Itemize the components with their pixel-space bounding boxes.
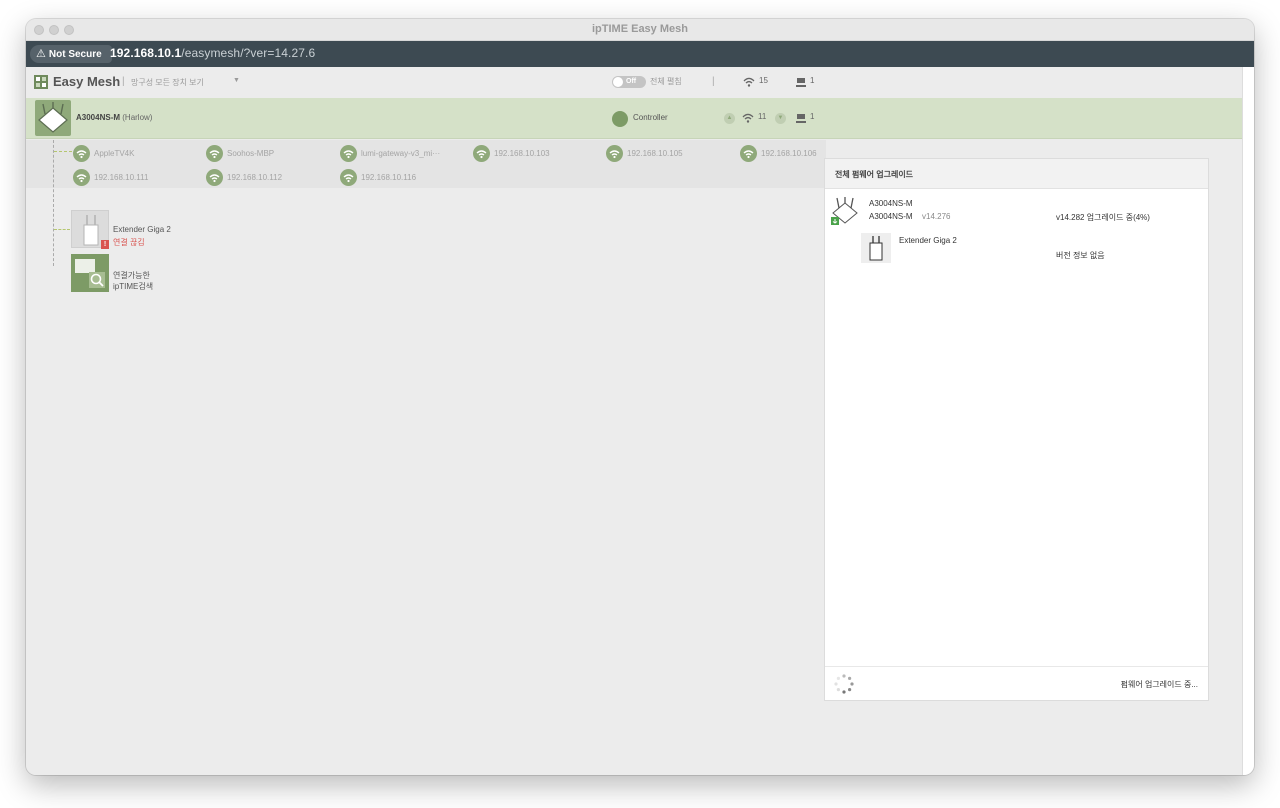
upgrade-progress-text: 펌웨어 업그레이드 중...: [1120, 680, 1198, 689]
upgrade-status: 버전 정보 없음: [1056, 251, 1105, 260]
router-label: A3004NS-M (Harlow): [76, 113, 152, 122]
client-label: 192.168.10.111: [94, 173, 149, 182]
panel-footer: 펌웨어 업그레이드 중...: [825, 666, 1208, 700]
wired-icon: [796, 114, 806, 123]
device-version: v14.276: [922, 212, 951, 221]
url-path: /easymesh/?ver=14.27.6: [181, 46, 316, 60]
security-badge[interactable]: ⚠ Not Secure: [30, 45, 112, 63]
title-bar: ipTIME Easy Mesh: [26, 19, 1254, 41]
browser-window: ipTIME Easy Mesh ⚠ Not Secure 192.168.10.…: [26, 19, 1254, 775]
url-text[interactable]: 192.168.10.1/easymesh/?ver=14.27.6: [110, 46, 315, 60]
window-title: ipTIME Easy Mesh: [592, 23, 688, 35]
client-label: lumi-gateway-v3_mi···: [361, 149, 441, 158]
wifi-client-icon: [340, 169, 357, 186]
router-icon: [38, 102, 68, 133]
security-label: Not Secure: [48, 49, 102, 60]
wifi-icon: [742, 113, 754, 123]
client-label: 192.168.10.103: [494, 149, 550, 158]
wifi-client-icon: [473, 145, 490, 162]
firmware-upgrade-panel: 전체 펌웨어 업그레이드 A3004NS-M A3004NS-M v14.276…: [824, 158, 1209, 701]
tree-connector: [54, 151, 72, 152]
search-label-line1[interactable]: 연결가능한: [113, 270, 150, 281]
controller-role: Controller: [633, 113, 668, 122]
divider: |: [122, 76, 125, 87]
device-name: A3004NS-M: [869, 199, 913, 208]
wifi-client-icon: [340, 145, 357, 162]
device-name: Extender Giga 2: [899, 236, 957, 245]
client-label: AppleTV4K: [94, 149, 135, 158]
wired-client-count: 1: [810, 76, 815, 85]
expand-down-button[interactable]: ▼: [775, 113, 786, 124]
warning-icon: !: [101, 240, 109, 249]
tree-connector: [53, 140, 54, 266]
client-list: AppleTV4K Soohos-MBP lumi-gateway-v3_mi·…: [26, 140, 826, 188]
mesh-logo-icon: [34, 75, 48, 89]
search-iptime-button[interactable]: [71, 254, 109, 292]
router-row[interactable]: A3004NS-M (Harlow) Controller ▲ 11 ▼ 1: [26, 98, 1242, 139]
client-label: 192.168.10.112: [227, 173, 283, 182]
router-thumbnail[interactable]: [35, 100, 71, 136]
page-content: Easy Mesh | 망구성 모든 장치 보기 ▼ Off 전체 펼침 | 1…: [26, 67, 1242, 775]
wifi-client-icon: [206, 145, 223, 162]
wifi-icon: [743, 77, 755, 87]
router-wifi-count: 11: [758, 112, 767, 121]
panel-title: 전체 펌웨어 업그레이드: [835, 170, 914, 179]
extender-name: Extender Giga 2: [113, 225, 171, 234]
wifi-client-icon: [606, 145, 623, 162]
collapse-up-button[interactable]: ▲: [724, 113, 735, 124]
url-host: 192.168.10.1: [110, 46, 182, 60]
upgrade-status: v14.282 업그레이드 중(4%): [1056, 213, 1150, 222]
controller-icon: [612, 111, 628, 127]
client-label: 192.168.10.106: [761, 149, 817, 158]
device-model: A3004NS-M: [869, 212, 913, 221]
search-icon: [75, 259, 105, 288]
app-name: Easy Mesh: [53, 74, 121, 89]
client-label: 192.168.10.105: [627, 149, 683, 158]
loading-spinner-icon: [834, 674, 854, 694]
client-label: Soohos-MBP: [227, 149, 275, 158]
router-icon: [831, 197, 858, 225]
router-wired-count: 1: [810, 112, 815, 121]
view-filter-dropdown[interactable]: 망구성 모든 장치 보기: [131, 77, 204, 88]
wifi-client-icon: [740, 145, 757, 162]
toggle-knob: [613, 77, 623, 87]
scrollbar[interactable]: [1242, 67, 1254, 775]
expand-all-toggle[interactable]: Off: [612, 76, 646, 88]
extender-status: 연결 끊김: [113, 238, 145, 247]
warning-icon: ⚠: [36, 48, 46, 60]
client-label: 192.168.10.116: [361, 173, 417, 182]
extender-device-icon: [861, 233, 891, 263]
wifi-client-count: 15: [759, 76, 768, 85]
url-bar[interactable]: ⚠ Not Secure 192.168.10.1/easymesh/?ver=1…: [26, 41, 1254, 67]
chevron-down-icon[interactable]: ▼: [233, 77, 240, 84]
wired-icon: [796, 78, 806, 87]
wifi-client-icon: [73, 169, 90, 186]
search-label-line2[interactable]: ipTIME검색: [113, 281, 153, 292]
panel-header: 전체 펌웨어 업그레이드: [825, 159, 1208, 189]
router-nickname: (Harlow): [122, 113, 153, 122]
toggle-state: Off: [626, 78, 637, 85]
wifi-client-icon: [73, 145, 90, 162]
divider: |: [712, 76, 715, 87]
wifi-client-icon: [206, 169, 223, 186]
router-model: A3004NS-M: [76, 113, 121, 122]
expand-all-label: 전체 펼침: [650, 77, 682, 86]
easy-mesh-toolbar: Easy Mesh | 망구성 모든 장치 보기 ▼ Off 전체 펼침 | 1…: [26, 67, 1242, 97]
tree-connector: [54, 229, 70, 230]
